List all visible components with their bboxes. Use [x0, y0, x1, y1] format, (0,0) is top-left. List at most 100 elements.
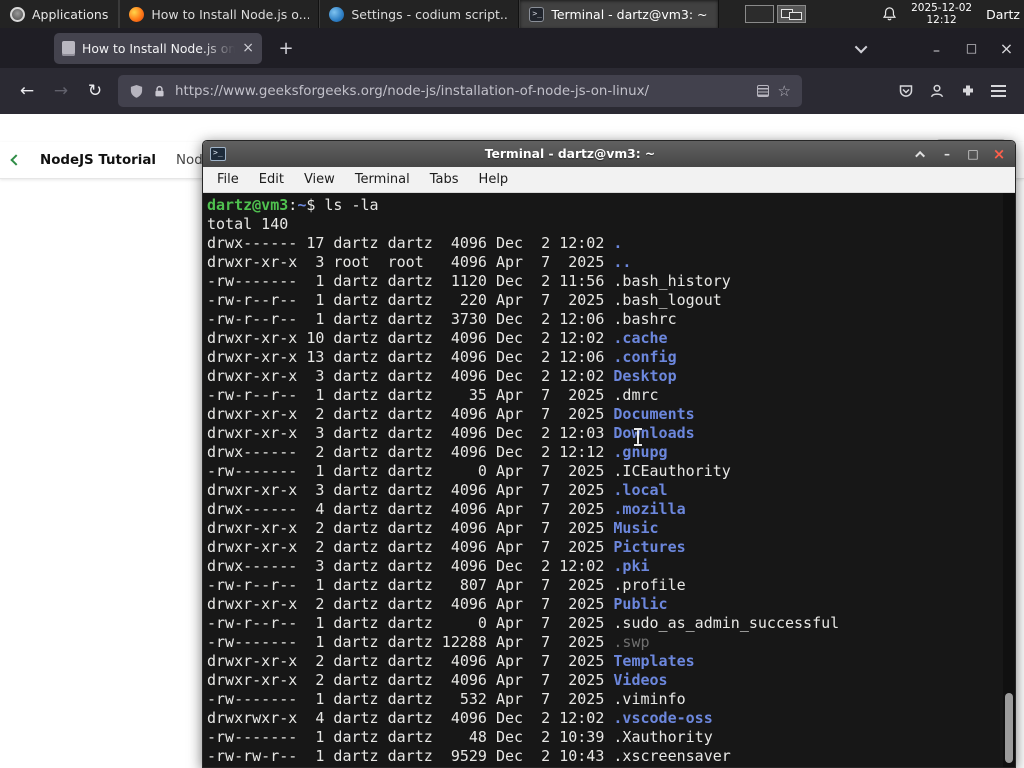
terminal-line: drwxr-xr-x 2 dartz dartz 4096 Apr 7 2025… — [207, 595, 1001, 614]
user-menu[interactable]: Dartz — [986, 7, 1020, 22]
file-name: Pictures — [613, 538, 686, 556]
pocket-icon[interactable] — [898, 83, 914, 99]
terminal-line: drwxr-xr-x 2 dartz dartz 4096 Apr 7 2025… — [207, 671, 1001, 690]
extensions-icon[interactable] — [960, 83, 976, 99]
file-name: .swp — [613, 633, 650, 651]
file-attrs: drwxr-xr-x 2 dartz dartz 4096 Apr 7 2025 — [207, 671, 614, 689]
file-name: .pki — [613, 557, 650, 575]
workspace-1[interactable] — [745, 5, 775, 23]
terminal-total-line: total 140 — [207, 215, 289, 233]
browser-maximize-button[interactable]: □ — [954, 28, 989, 68]
terminal-line: drwx------ 3 dartz dartz 4096 Dec 2 12:0… — [207, 557, 1001, 576]
terminal-app-icon — [210, 147, 226, 161]
terminal-window-title: Terminal - dartz@vm3: ~ — [484, 147, 656, 161]
file-attrs: drwx------ 2 dartz dartz 4096 Dec 2 12:1… — [207, 443, 614, 461]
workspace-2[interactable] — [777, 5, 807, 23]
taskbar-status-area: 2025-12-02 12:12 Dartz — [882, 0, 1024, 28]
taskbar-window-terminal[interactable]: Terminal - dartz@vm3: ~ — [519, 0, 720, 28]
file-name: .ICEauthority — [613, 462, 731, 480]
terminal-menu-terminal[interactable]: Terminal — [345, 167, 420, 193]
file-attrs: -rw-r--r-- 1 dartz dartz 807 Apr 7 2025 — [207, 576, 614, 594]
tracking-shield-icon[interactable] — [129, 84, 144, 99]
terminal-output[interactable]: dartz@vm3:~$ ls -la total 140 drwx------ … — [203, 193, 1015, 767]
taskbar-window-title: How to Install Node.js o... — [151, 6, 310, 22]
lock-icon[interactable] — [153, 85, 166, 98]
browser-close-button[interactable]: × — [989, 28, 1024, 68]
codium-icon — [329, 6, 345, 22]
tab-nodejs-install[interactable]: How to Install Node.js on... × — [54, 32, 262, 64]
file-attrs: drwxrwxr-x 4 dartz dartz 4096 Dec 2 12:0… — [207, 709, 614, 727]
terminal-scrollbar[interactable] — [1003, 193, 1015, 767]
applications-menu[interactable]: Applications — [0, 0, 120, 28]
forward-button: → — [53, 81, 69, 101]
file-name: .sudo_as_admin_successful — [613, 614, 840, 632]
terminal-lines: dartz@vm3:~$ ls -la total 140 drwx------ … — [207, 196, 1001, 766]
back-button[interactable]: ← — [10, 74, 44, 108]
tab-close-icon[interactable]: × — [242, 41, 254, 55]
terminal-icon — [529, 6, 545, 22]
file-attrs: -rw------- 1 dartz dartz 48 Dec 2 10:39 — [207, 728, 614, 746]
file-attrs: drwxr-xr-x 13 dartz dartz 4096 Dec 2 12:… — [207, 348, 614, 366]
terminal-menu-tabs[interactable]: Tabs — [420, 167, 469, 193]
clock-time: 12:12 — [926, 14, 957, 26]
terminal-line: drwxr-xr-x 2 dartz dartz 4096 Apr 7 2025… — [207, 405, 1001, 424]
file-attrs: -rw------- 1 dartz dartz 12288 Apr 7 202… — [207, 633, 614, 651]
reload-button[interactable]: ↻ — [78, 74, 112, 108]
clock[interactable]: 2025-12-02 12:12 — [911, 2, 972, 26]
terminal-close-button[interactable]: × — [992, 146, 1006, 161]
bookmark-star-icon[interactable]: ☆ — [778, 82, 791, 100]
url-text[interactable]: https://www.geeksforgeeks.org/node-js/in… — [175, 84, 748, 99]
new-tab-button[interactable]: + — [272, 38, 300, 59]
file-attrs: -rw-r--r-- 1 dartz dartz 220 Apr 7 2025 — [207, 291, 614, 309]
file-name: .bash_history — [613, 272, 731, 290]
firefox-icon — [129, 6, 145, 22]
file-name: .viminfo — [613, 690, 686, 708]
terminal-line: -rw------- 1 dartz dartz 532 Apr 7 2025 … — [207, 690, 1001, 709]
nav-item[interactable]: NodeJS Tutorial — [40, 153, 156, 168]
terminal-titlebar[interactable]: Terminal - dartz@vm3: ~ – □ × — [203, 141, 1015, 167]
file-name: Music — [613, 519, 659, 537]
terminal-menu-help[interactable]: Help — [469, 167, 519, 193]
taskbar-window-title: Terminal - dartz@vm3: ~ — [551, 6, 708, 22]
terminal-window: Terminal - dartz@vm3: ~ – □ × FileEditVi… — [202, 140, 1016, 768]
account-icon[interactable] — [929, 83, 945, 99]
page-favicon-icon — [62, 40, 75, 56]
text-cursor-pointer — [634, 428, 642, 446]
file-attrs: -rw------- 1 dartz dartz 532 Apr 7 2025 — [207, 690, 614, 708]
terminal-line: drwxr-xr-x 3 dartz dartz 4096 Dec 2 12:0… — [207, 367, 1001, 386]
browser-minimize-button[interactable]: – — [919, 28, 954, 68]
terminal-line: -rw-r--r-- 1 dartz dartz 3730 Dec 2 12:0… — [207, 310, 1001, 329]
terminal-menu-view[interactable]: View — [294, 167, 345, 193]
terminal-menu-edit[interactable]: Edit — [249, 167, 294, 193]
terminal-scrollbar-thumb[interactable] — [1005, 693, 1013, 763]
terminal-line: -rw------- 1 dartz dartz 12288 Apr 7 202… — [207, 633, 1001, 652]
terminal-minimize-button[interactable]: – — [940, 147, 954, 161]
file-attrs: -rw-rw-r-- 1 dartz dartz 9529 Dec 2 10:4… — [207, 747, 614, 765]
terminal-line: -rw-r--r-- 1 dartz dartz 0 Apr 7 2025 .s… — [207, 614, 1001, 633]
xubuntu-logo-icon — [10, 6, 25, 22]
terminal-line: drwxr-xr-x 2 dartz dartz 4096 Apr 7 2025… — [207, 538, 1001, 557]
reader-view-icon[interactable] — [756, 85, 769, 97]
terminal-menu-file[interactable]: File — [207, 167, 249, 193]
nav-scroll-left-icon[interactable] — [10, 154, 22, 166]
terminal-maximize-button[interactable]: □ — [966, 147, 980, 161]
file-name: Documents — [613, 405, 695, 423]
terminal-line: drwxr-xr-x 3 dartz dartz 4096 Dec 2 12:0… — [207, 424, 1001, 443]
terminal-menubar: File Edit View Terminal Tabs Help — [203, 167, 1015, 193]
file-name: Downloads — [613, 424, 695, 442]
notification-bell-icon[interactable] — [882, 6, 897, 22]
url-bar[interactable]: https://www.geeksforgeeks.org/node-js/in… — [118, 75, 802, 107]
terminal-line: drwxr-xr-x 3 root root 4096 Apr 7 2025 .… — [207, 253, 1001, 272]
prompt-symbol: $ — [306, 196, 316, 214]
taskbar-window-codium[interactable]: Settings - codium script... — [319, 0, 520, 28]
terminal-shade-button[interactable] — [914, 147, 928, 161]
hamburger-menu-icon[interactable] — [991, 85, 1006, 97]
list-all-tabs-icon[interactable] — [854, 40, 868, 53]
terminal-line: drwxr-xr-x 13 dartz dartz 4096 Dec 2 12:… — [207, 348, 1001, 367]
file-name: Public — [613, 595, 668, 613]
taskbar-window-firefox[interactable]: How to Install Node.js o... — [119, 0, 320, 28]
file-attrs: drwxr-xr-x 3 dartz dartz 4096 Apr 7 2025 — [207, 481, 614, 499]
clock-date: 2025-12-02 — [911, 2, 973, 14]
workspace-switcher[interactable] — [745, 0, 807, 28]
file-name: .vscode-oss — [613, 709, 713, 727]
